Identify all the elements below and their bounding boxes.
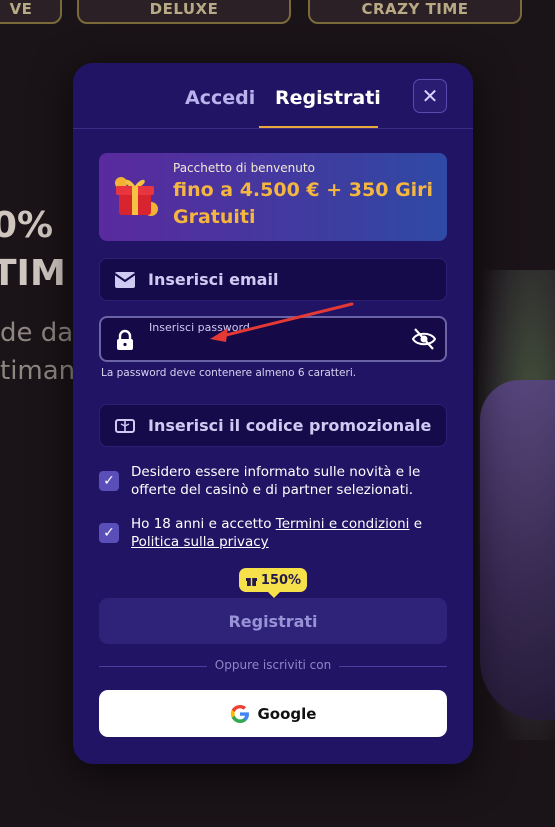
tab-register[interactable]: Registrati: [275, 87, 381, 109]
active-tab-underline: [259, 126, 378, 128]
bg-headline-2: TIM: [0, 253, 66, 294]
promo-code-placeholder: Inserisci il codice promozionale: [148, 416, 432, 435]
google-button-label: Google: [257, 704, 317, 723]
lock-icon: [117, 329, 133, 350]
news-consent-text: Desidero essere informato sulle novità e…: [131, 464, 421, 498]
bg-bag-image: [480, 380, 555, 720]
email-placeholder: Inserisci email: [148, 270, 279, 289]
news-consent-checkbox[interactable]: ✓: [99, 471, 119, 491]
check-icon: ✓: [103, 525, 115, 541]
bonus-badge: 150%: [239, 568, 307, 598]
google-icon: [230, 704, 249, 723]
password-label: Inserisci password: [149, 321, 250, 334]
envelope-icon: [114, 272, 136, 288]
age-consent-checkbox[interactable]: ✓: [99, 523, 119, 543]
email-field[interactable]: Inserisci email: [99, 258, 447, 301]
bg-game-tile-2: DELUXE: [77, 0, 291, 24]
bg-game-tile-1: VE: [0, 0, 62, 24]
promo-title: fino a 4.500 € + 350 Giri Gratuiti: [173, 179, 434, 228]
password-field[interactable]: Inserisci password: [99, 316, 447, 362]
bg-subtext-1: de dal: [0, 318, 81, 348]
welcome-promo-banner: Pacchetto di benvenuto fino a 4.500 € + …: [99, 153, 447, 241]
terms-link[interactable]: Termini e condizioni: [276, 516, 410, 532]
google-signin-button[interactable]: Google: [99, 690, 447, 737]
age-consent-middle: e: [409, 516, 423, 532]
tab-login[interactable]: Accedi: [185, 87, 255, 109]
register-button[interactable]: Registrati: [99, 598, 447, 644]
privacy-link[interactable]: Politica sulla privacy: [131, 534, 269, 550]
registration-modal: Accedi Registrati ✕ Pacchetto di benvenu…: [73, 63, 473, 764]
bonus-badge-text: 150%: [260, 572, 302, 588]
promo-code-field[interactable]: Inserisci il codice promozionale: [99, 404, 447, 447]
bg-headline-1: 0%: [0, 205, 54, 246]
divider: Oppure iscriviti con: [99, 658, 447, 674]
bg-game-tile-3: CRAZY TIME: [308, 0, 522, 24]
close-button[interactable]: ✕: [413, 79, 447, 113]
hide-password-icon[interactable]: [411, 326, 437, 352]
close-icon: ✕: [421, 84, 439, 108]
divider-text: Oppure iscriviti con: [214, 658, 332, 672]
age-consent-prefix: Ho 18 anni e accetto: [131, 516, 276, 532]
gift-icon: [115, 177, 158, 216]
promo-subtitle: Pacchetto di benvenuto: [173, 161, 315, 175]
password-hint: La password deve contenere almeno 6 cara…: [101, 367, 357, 379]
gift-small-icon: [245, 577, 257, 586]
age-consent-text: Ho 18 anni e accetto Termini e condizion…: [131, 515, 449, 551]
check-icon: ✓: [103, 473, 115, 489]
ticket-icon: [115, 419, 135, 433]
auth-tabs: Accedi Registrati ✕: [73, 63, 473, 129]
